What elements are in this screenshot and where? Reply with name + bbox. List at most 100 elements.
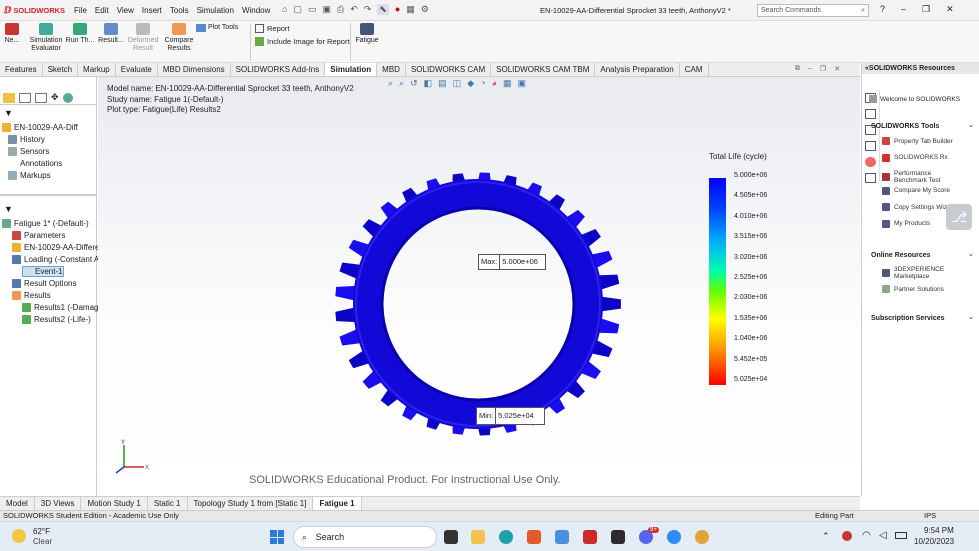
study-tab-topology-study-1-from-static-1-[interactable]: Topology Study 1 from [Static 1] xyxy=(188,497,314,510)
wifi-icon[interactable]: ◠ xyxy=(862,530,871,541)
subscription-chevron-icon[interactable]: ⌄ xyxy=(968,313,974,321)
search-input[interactable]: Search Commands xyxy=(761,7,821,14)
sim-filter-icon[interactable]: ▼ xyxy=(4,204,13,214)
study-tab-fatigue-1[interactable]: Fatigue 1 xyxy=(313,497,362,510)
tree-item[interactable]: EN-10029-AA-Diff xyxy=(2,122,78,133)
tab-solidworks-add-ins[interactable]: SOLIDWORKS Add-Ins xyxy=(231,63,326,76)
tab-simulation[interactable]: Simulation xyxy=(325,63,378,76)
menu-file[interactable]: File xyxy=(74,6,87,15)
tree-item[interactable]: EN-10029-AA-Differe xyxy=(12,242,99,253)
tray-chevron-icon[interactable]: ⌃ xyxy=(822,531,830,542)
minimize-pane-icon[interactable]: – xyxy=(808,65,812,73)
fatigue-button[interactable]: Fatigue xyxy=(353,23,381,45)
weather-icon[interactable] xyxy=(12,529,26,543)
menu-simulation[interactable]: Simulation xyxy=(197,6,234,15)
tools-header[interactable]: SOLIDWORKS Tools xyxy=(871,123,939,130)
tab-mbd[interactable]: MBD xyxy=(377,63,406,76)
tree-item[interactable]: Event-1 xyxy=(22,266,64,277)
restore-pane-icon[interactable]: ❐ xyxy=(820,65,826,73)
search-icon[interactable]: ⌕ xyxy=(861,5,865,16)
subscription-header[interactable]: Subscription Services xyxy=(871,315,945,322)
minimize-icon[interactable]: – xyxy=(901,4,906,15)
tree-item[interactable]: Result Options xyxy=(12,278,76,289)
tab-cam[interactable]: CAM xyxy=(680,63,709,76)
close-pane-icon[interactable]: ✕ xyxy=(834,65,840,73)
print-icon[interactable]: ⎙ xyxy=(337,4,344,15)
resource-link[interactable]: My Products xyxy=(882,219,930,228)
tree-item[interactable]: Fatigue 1* (-Default-) xyxy=(2,218,89,229)
resource-link[interactable]: 3DEXPERIENCE Marketplace xyxy=(882,266,964,280)
splitter[interactable] xyxy=(0,194,96,196)
traffic-light-icon[interactable]: ● xyxy=(395,4,400,15)
float-button[interactable]: ⎇ xyxy=(946,204,972,230)
sprocket-model[interactable] xyxy=(98,77,860,496)
simulation-evaluator-button[interactable]: Simulation Evaluator xyxy=(27,23,65,53)
task-view-icon[interactable] xyxy=(444,530,458,544)
file-properties-icon[interactable]: ▦ xyxy=(406,4,415,15)
tools-chevron-icon[interactable]: ⌄ xyxy=(968,121,974,129)
menu-window[interactable]: Window xyxy=(242,6,270,15)
display-tab-icon[interactable] xyxy=(62,92,73,103)
start-icon[interactable] xyxy=(270,530,284,544)
plot-tools-button[interactable]: Plot Tools xyxy=(196,24,246,32)
taskbar-search[interactable]: ⌕ Search xyxy=(293,526,437,548)
tab-solidworks-cam[interactable]: SOLIDWORKS CAM xyxy=(406,63,492,76)
property-tab-icon[interactable] xyxy=(19,92,31,103)
tree-item[interactable]: Annotations xyxy=(8,158,62,169)
menu-insert[interactable]: Insert xyxy=(142,6,162,15)
tab-evaluate[interactable]: Evaluate xyxy=(116,63,158,76)
menu-tools[interactable]: Tools xyxy=(170,6,189,15)
config-tab-icon[interactable] xyxy=(35,92,47,103)
pycharm-icon[interactable] xyxy=(611,530,625,544)
home-icon[interactable]: ⌂ xyxy=(282,4,287,15)
tree-item[interactable]: Loading (-Constant A xyxy=(12,254,99,265)
new-button[interactable]: Ne... xyxy=(3,23,21,45)
study-tab-3d-views[interactable]: 3D Views xyxy=(35,497,82,510)
file-explorer-icon[interactable] xyxy=(471,530,485,544)
run-study-button[interactable]: Run Th... xyxy=(65,23,95,45)
results-advisor-button[interactable]: Result... xyxy=(97,23,125,45)
tray-app-icon[interactable] xyxy=(842,531,852,541)
report-button[interactable]: Report xyxy=(255,24,290,33)
deformed-result-button[interactable]: Deformed Result xyxy=(126,23,160,53)
battery-icon[interactable] xyxy=(895,532,907,539)
redo-icon[interactable]: ↷ xyxy=(364,4,372,15)
resource-link[interactable]: SOLIDWORKS Rx xyxy=(882,153,948,162)
options-gear-icon[interactable]: ⚙ xyxy=(421,4,429,15)
design-library-icon[interactable] xyxy=(865,109,876,119)
tree-item[interactable]: Markups xyxy=(8,170,51,181)
dimxpert-tab-icon[interactable]: ✥ xyxy=(51,92,59,103)
tree-item[interactable]: Results xyxy=(12,290,51,301)
tab-markup[interactable]: Markup xyxy=(78,63,116,76)
status-units[interactable]: IPS xyxy=(924,511,936,521)
tab-sketch[interactable]: Sketch xyxy=(43,63,79,76)
resource-link[interactable]: Compare My Score xyxy=(882,186,950,195)
study-tab-static-1[interactable]: Static 1 xyxy=(148,497,188,510)
edge-icon[interactable] xyxy=(499,530,513,544)
undo-icon[interactable]: ↶ xyxy=(350,4,358,15)
tree-item[interactable]: Parameters xyxy=(12,230,65,241)
zoom-icon[interactable] xyxy=(667,530,681,544)
online-chevron-icon[interactable]: ⌄ xyxy=(968,250,974,258)
open-icon[interactable]: ▭ xyxy=(308,4,317,15)
appearances-icon[interactable] xyxy=(865,157,876,167)
clock-time[interactable]: 9:54 PM xyxy=(924,526,954,535)
menu-view[interactable]: View xyxy=(117,6,134,15)
tree-item[interactable]: Results2 (-Life-) xyxy=(22,314,91,325)
tab-mbd-dimensions[interactable]: MBD Dimensions xyxy=(158,63,231,76)
tab-analysis-preparation[interactable]: Analysis Preparation xyxy=(595,63,680,76)
chrome-icon[interactable] xyxy=(695,530,709,544)
clock-date[interactable]: 10/20/2023 xyxy=(914,537,954,546)
resource-link[interactable]: Property Tab Builder xyxy=(882,137,953,145)
tab-features[interactable]: Features xyxy=(0,63,43,76)
solidworks-taskbar-icon[interactable] xyxy=(583,530,597,544)
tree-item[interactable]: Sensors xyxy=(8,146,49,157)
compare-results-button[interactable]: Compare Results xyxy=(161,23,197,53)
save-icon[interactable]: ▣ xyxy=(322,4,331,15)
filter-icon[interactable]: ▼ xyxy=(4,108,13,118)
resource-link[interactable]: Performance Benchmark Test xyxy=(882,170,964,184)
volume-icon[interactable]: ◁ xyxy=(879,530,887,541)
study-tab-model[interactable]: Model xyxy=(0,497,35,510)
search-box[interactable]: Search Commands ⌕ xyxy=(757,4,869,17)
menu-edit[interactable]: Edit xyxy=(95,6,109,15)
